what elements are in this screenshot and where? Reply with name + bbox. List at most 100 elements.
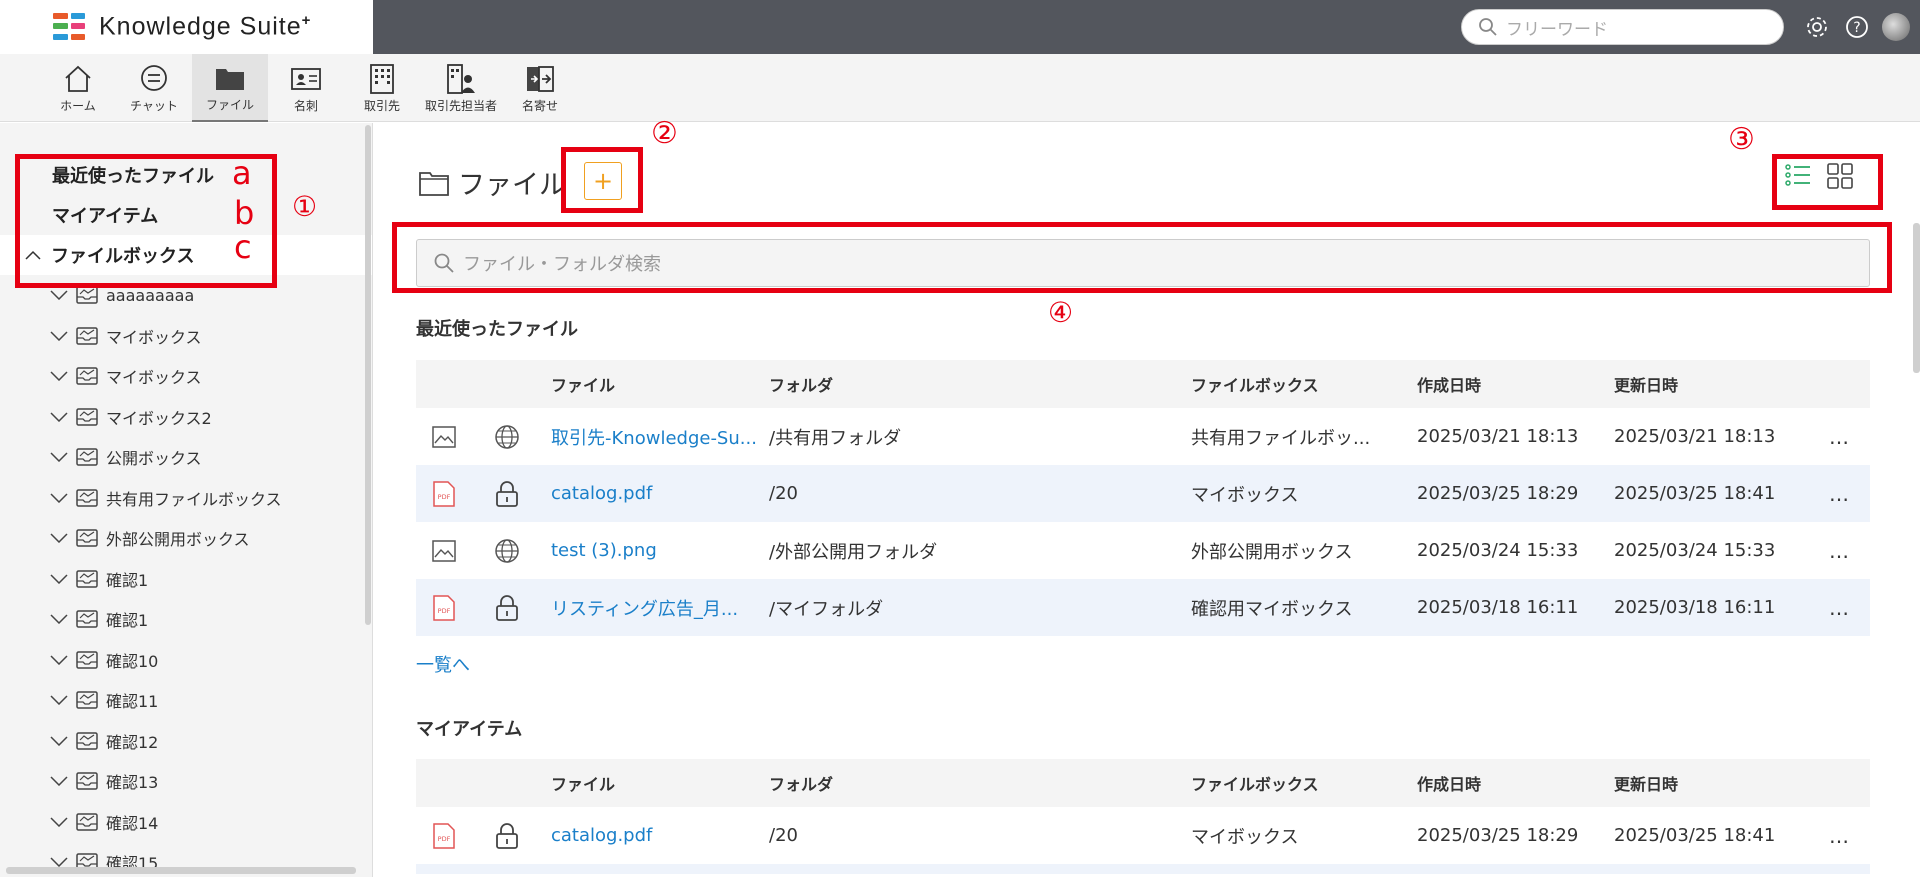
col-file: ファイル xyxy=(551,775,616,794)
my-items-table: ファイル フォルダ ファイルボックス 作成日時 更新日時 PDF catalog.… xyxy=(416,759,1870,874)
page-title: ファイル xyxy=(418,163,566,202)
table-row[interactable]: 取引先-Knowledge-Su.../共有用フォルダ 共有用ファイルボッ... 2… xyxy=(416,408,1870,465)
more-actions-button[interactable]: … xyxy=(1810,425,1870,449)
inbox-icon xyxy=(76,772,98,790)
more-actions-button[interactable]: … xyxy=(1810,482,1870,506)
sidebar-filebox-item[interactable]: 確認13 xyxy=(0,761,372,802)
nav-client-contact[interactable]: 取引先担当者 xyxy=(420,54,502,122)
inbox-icon xyxy=(76,651,98,669)
globe-icon xyxy=(495,538,519,563)
main-scrollbar[interactable] xyxy=(1913,223,1920,373)
globe-icon xyxy=(495,424,519,449)
sidebar-filebox-item[interactable]: マイボックス2 xyxy=(0,397,372,438)
annotation-label-3: ③ xyxy=(1728,122,1755,157)
file-link[interactable]: test (3).png xyxy=(543,540,769,561)
lock-icon xyxy=(496,822,518,849)
col-file: ファイル xyxy=(551,376,616,395)
sidebar-filebox-label: 確認10 xyxy=(106,651,159,671)
permission-cell xyxy=(471,822,543,849)
sidebar-filebox-item[interactable]: 公開ボックス xyxy=(0,437,372,478)
sidebar-filebox-item[interactable]: 確認1 xyxy=(0,559,372,600)
more-actions-button[interactable]: … xyxy=(1810,539,1870,563)
sidebar-filebox-item[interactable]: 確認10 xyxy=(0,640,372,681)
help-icon[interactable]: ? xyxy=(1842,12,1872,42)
nav-client[interactable]: 取引先 xyxy=(344,54,420,122)
sidebar-horizontal-scrollbar[interactable] xyxy=(6,867,356,874)
file-link[interactable]: リスティング広告_月... xyxy=(543,595,769,621)
annotation-label-c: c xyxy=(234,228,252,266)
nav-business-card[interactable]: 名刺 xyxy=(268,54,344,122)
chevron-down-icon xyxy=(50,533,68,544)
pdf-file-icon: PDF xyxy=(432,822,455,849)
annotation-box-4 xyxy=(392,222,1892,293)
updated-cell: 2025/03/18 16:11 xyxy=(1614,597,1776,618)
sidebar-filebox-item[interactable]: 外部公開用ボックス xyxy=(0,518,372,559)
annotation-box-3 xyxy=(1772,154,1883,210)
logo[interactable]: Knowledge Suite+ xyxy=(0,0,373,54)
settings-gear-icon[interactable] xyxy=(1802,12,1832,42)
user-avatar[interactable] xyxy=(1882,13,1910,41)
file-link[interactable]: 取引先-Knowledge-Su... xyxy=(543,424,769,450)
table-row[interactable]: test (3).png/外部公開用フォルダ 外部公開用ボックス 2025/03/2… xyxy=(416,522,1870,579)
more-actions-button[interactable]: … xyxy=(1810,824,1870,848)
folder-cell: /外部公開用フォルダ xyxy=(769,541,938,563)
col-created: 作成日時 xyxy=(1417,376,1482,395)
sidebar-filebox-item[interactable]: 確認11 xyxy=(0,680,372,721)
pdf-file-icon: PDF xyxy=(432,594,455,621)
sidebar-filebox-item[interactable]: 確認12 xyxy=(0,721,372,762)
inbox-icon xyxy=(76,529,98,547)
annotation-label-2: ② xyxy=(651,116,678,151)
annotation-label-4: ④ xyxy=(1048,296,1074,329)
sidebar-filebox-item[interactable]: マイボックス xyxy=(0,356,372,397)
nav-merge[interactable]: 名寄せ xyxy=(502,54,578,122)
nav-home[interactable]: ホーム xyxy=(40,54,116,122)
col-folder: フォルダ xyxy=(769,376,834,395)
file-type-cell xyxy=(416,425,471,448)
created-cell: 2025/03/24 15:33 xyxy=(1417,540,1579,561)
image-file-icon xyxy=(431,539,456,562)
sidebar-filebox-label: 確認1 xyxy=(106,611,149,631)
global-search-placeholder: フリーワード xyxy=(1506,19,1608,40)
chevron-down-icon xyxy=(50,290,68,301)
module-nav: ホーム チャット ファイル 名刺 取引先 取引先担当者 名寄せ xyxy=(0,54,1920,122)
sidebar-filebox-item[interactable]: 確認1 xyxy=(0,599,372,640)
sidebar-filebox-label: 確認13 xyxy=(106,773,159,793)
file-link[interactable]: catalog.pdf xyxy=(543,483,769,504)
sidebar-filebox-item[interactable]: 共有用ファイルボックス xyxy=(0,478,372,519)
table-row[interactable]: PDF catalog.pdf/20 マイボックス 2025/03/25 18:29 2… xyxy=(416,465,1870,522)
file-type-cell: PDF xyxy=(416,822,471,849)
view-all-link[interactable]: 一覧へ xyxy=(416,651,470,677)
svg-text:?: ? xyxy=(1853,20,1860,36)
chevron-down-icon xyxy=(50,655,68,665)
nav-file[interactable]: ファイル xyxy=(192,54,268,122)
sidebar-scrollbar[interactable] xyxy=(365,125,371,625)
sidebar-filebox-label: 共有用ファイルボックス xyxy=(106,489,282,509)
more-actions-button[interactable]: … xyxy=(1810,596,1870,620)
chevron-down-icon xyxy=(50,614,68,625)
sidebar-filebox-item[interactable]: 確認14 xyxy=(0,802,372,843)
sidebar-filebox-label: 確認12 xyxy=(106,732,159,752)
sidebar-filebox-item[interactable]: マイボックス xyxy=(0,316,372,357)
inbox-icon xyxy=(76,691,98,709)
inbox-icon xyxy=(76,327,98,345)
annotation-label-1: ① xyxy=(292,190,318,223)
inbox-icon xyxy=(76,367,98,385)
building-icon xyxy=(370,63,394,94)
sidebar-filebox-label: マイボックス xyxy=(106,368,202,388)
table-row[interactable]: PDF リスティング広告_月.../マイフォルダ 確認用マイボックス 2025/03/… xyxy=(416,579,1870,636)
svg-text:PDF: PDF xyxy=(437,493,450,501)
permission-cell xyxy=(471,594,543,621)
col-filebox: ファイルボックス xyxy=(1191,775,1319,794)
filebox-list: aaaaaaaaa マイボックス マイボックス マイボックス2 公開ボックス 共有用ファイ… xyxy=(0,275,372,877)
file-link[interactable]: catalog.pdf xyxy=(543,825,769,846)
file-type-cell xyxy=(416,539,471,562)
filebox-cell: 共有用ファイルボッ... xyxy=(1191,427,1371,449)
merge-icon xyxy=(527,65,554,92)
sidebar-filebox-label: マイボックス2 xyxy=(106,408,212,428)
sidebar-filebox-label: マイボックス xyxy=(106,327,202,347)
table-row[interactable]: PDF catalog.pdf/20 マイボックス 2025/03/25 18:29 2… xyxy=(416,807,1870,864)
nav-chat[interactable]: チャット xyxy=(116,54,192,122)
business-card-icon xyxy=(291,67,321,90)
top-header: Knowledge Suite+ フリーワード ? xyxy=(0,0,1920,54)
global-search-input[interactable]: フリーワード xyxy=(1461,9,1784,45)
